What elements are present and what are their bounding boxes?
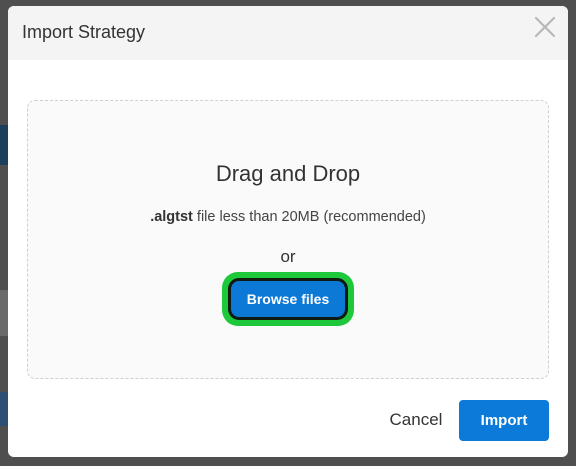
file-extension-label: .algtst	[150, 209, 193, 225]
import-button[interactable]: Import	[459, 400, 549, 441]
browse-files-button[interactable]: Browse files	[228, 278, 348, 320]
close-icon[interactable]	[532, 14, 558, 40]
cancel-button[interactable]: Cancel	[380, 405, 452, 435]
dialog-header: Import Strategy	[8, 6, 568, 60]
file-dropzone[interactable]: Drag and Drop .algtst file less than 20M…	[27, 100, 549, 379]
dropzone-heading: Drag and Drop	[215, 161, 361, 186]
background-panel	[0, 392, 8, 426]
dialog-title: Import Strategy	[22, 22, 146, 42]
background-panel	[0, 125, 8, 165]
import-strategy-dialog: Import Strategy Drag and Drop .algtst fi…	[8, 6, 568, 457]
browse-files-highlight: Browse files	[222, 272, 354, 326]
or-separator: or	[280, 247, 296, 266]
dropzone-hint: .algtst file less than 20MB (recommended…	[28, 209, 548, 225]
background-panel	[0, 290, 8, 336]
file-size-hint: file less than 20MB (recommended)	[192, 209, 426, 225]
